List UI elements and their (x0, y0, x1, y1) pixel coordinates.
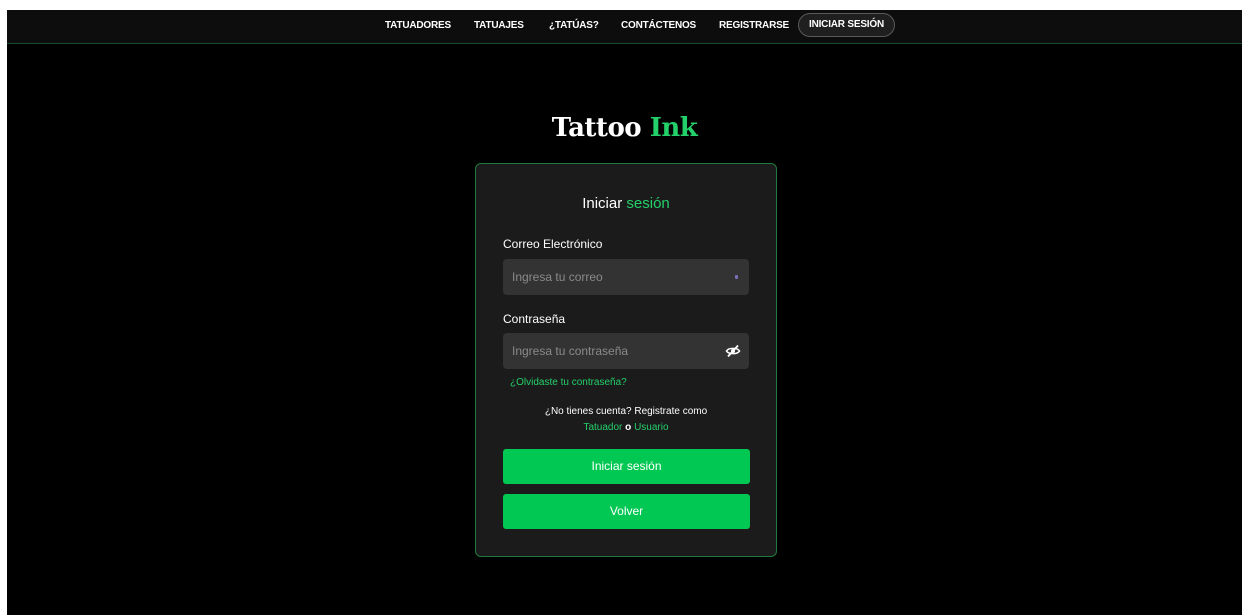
password-label: Contraseña (503, 312, 566, 326)
login-title-part1: Iniciar (582, 195, 627, 212)
login-title: Iniciar sesión (476, 195, 776, 212)
password-field-wrapper (503, 333, 749, 369)
login-title-part2: sesión (626, 195, 670, 212)
logo-text-ink: Ink (649, 113, 698, 143)
email-field-wrapper (503, 259, 749, 295)
email-label: Correo Electrónico (503, 237, 603, 251)
nav-iniciar-sesion[interactable]: INICIAR SESIÓN (798, 13, 895, 37)
login-submit-button[interactable]: Iniciar sesión (503, 449, 750, 484)
nav-tatuajes[interactable]: TATUAJES (474, 10, 524, 43)
register-tattooist-link[interactable]: Tatuador (583, 422, 622, 433)
forgot-password-link[interactable]: ¿Olvidaste tu contraseña? (510, 377, 627, 388)
logo-text-tattoo: Tattoo (551, 113, 650, 143)
eye-slash-icon[interactable] (725, 343, 741, 359)
password-field[interactable] (503, 333, 749, 369)
login-card: Iniciar sesión Correo Electrónico Contra… (475, 163, 777, 557)
register-or-text: o (625, 422, 632, 433)
site-logo: Tattoo Ink (7, 113, 1242, 143)
no-account-text: ¿No tienes cuenta? Registrate como (544, 406, 708, 417)
nav-tatuadores[interactable]: TATUADORES (385, 10, 451, 43)
register-user-link[interactable]: Usuario (634, 422, 668, 433)
email-field[interactable] (503, 259, 749, 295)
top-navbar: TATUADORES TATUAJES ¿TATÚAS? CONTÁCTENOS… (7, 10, 1242, 44)
nav-contactenos[interactable]: CONTÁCTENOS (621, 10, 696, 43)
nav-registrarse[interactable]: REGISTRARSE (719, 10, 789, 43)
nav-tatuas[interactable]: ¿TATÚAS? (549, 10, 599, 43)
register-links: Tatuador o Usuario (476, 422, 776, 433)
page: TATUADORES TATUAJES ¿TATÚAS? CONTÁCTENOS… (7, 10, 1242, 615)
mail-icon (735, 275, 738, 279)
back-button[interactable]: Volver (503, 494, 750, 529)
